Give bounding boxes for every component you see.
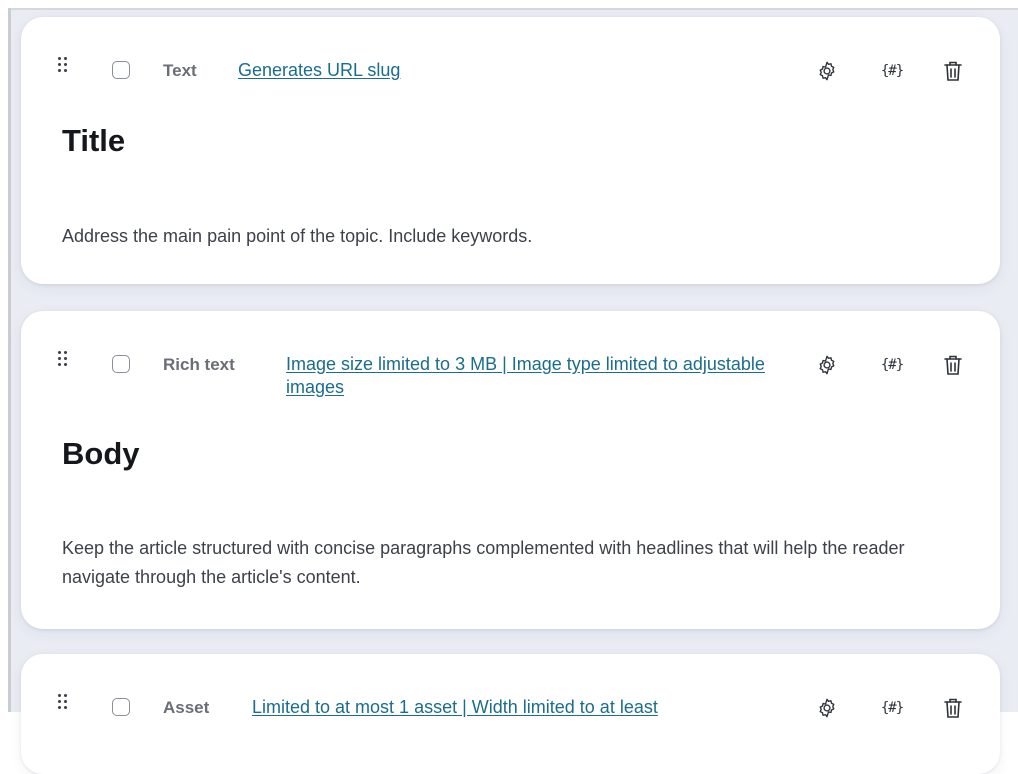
- frame-left-border: [8, 8, 11, 712]
- field-type-label: Rich text: [163, 355, 235, 374]
- drag-handle-icon[interactable]: [56, 351, 70, 371]
- trash-icon[interactable]: [941, 353, 965, 377]
- gear-icon[interactable]: [815, 59, 839, 83]
- hash-braces-icon[interactable]: {#}: [880, 59, 904, 83]
- frame-top-border: [8, 8, 1018, 10]
- hash-braces-icon[interactable]: {#}: [880, 696, 904, 720]
- field-type-label: Asset: [163, 698, 210, 717]
- field-name: Body: [62, 436, 140, 471]
- field-select-checkbox[interactable]: [112, 698, 130, 716]
- gear-icon[interactable]: [815, 696, 839, 720]
- field-description: Keep the article structured with concise…: [62, 538, 905, 587]
- field-name: Title: [62, 123, 126, 158]
- field-constraint-link[interactable]: Generates URL slug: [238, 59, 400, 82]
- field-constraint-link[interactable]: Image size limited to 3 MB | Image type …: [286, 353, 796, 399]
- field-select-checkbox[interactable]: [112, 61, 130, 79]
- hash-braces-icon[interactable]: {#}: [880, 353, 904, 377]
- gear-icon[interactable]: [815, 353, 839, 377]
- field-card-title[interactable]: Text Generates URL slug {#} Title Addres…: [21, 17, 1000, 284]
- drag-handle-icon[interactable]: [56, 694, 70, 714]
- field-type-label: Text: [163, 61, 197, 80]
- field-card-asset[interactable]: Asset Limited to at most 1 asset | Width…: [21, 654, 1000, 774]
- drag-handle-icon[interactable]: [56, 57, 70, 77]
- field-description: Address the main pain point of the topic…: [62, 226, 533, 246]
- field-constraint-link[interactable]: Limited to at most 1 asset | Width limit…: [252, 696, 658, 719]
- trash-icon[interactable]: [941, 59, 965, 83]
- trash-icon[interactable]: [941, 696, 965, 720]
- field-card-body[interactable]: Rich text Image size limited to 3 MB | I…: [21, 311, 1000, 629]
- field-select-checkbox[interactable]: [112, 355, 130, 373]
